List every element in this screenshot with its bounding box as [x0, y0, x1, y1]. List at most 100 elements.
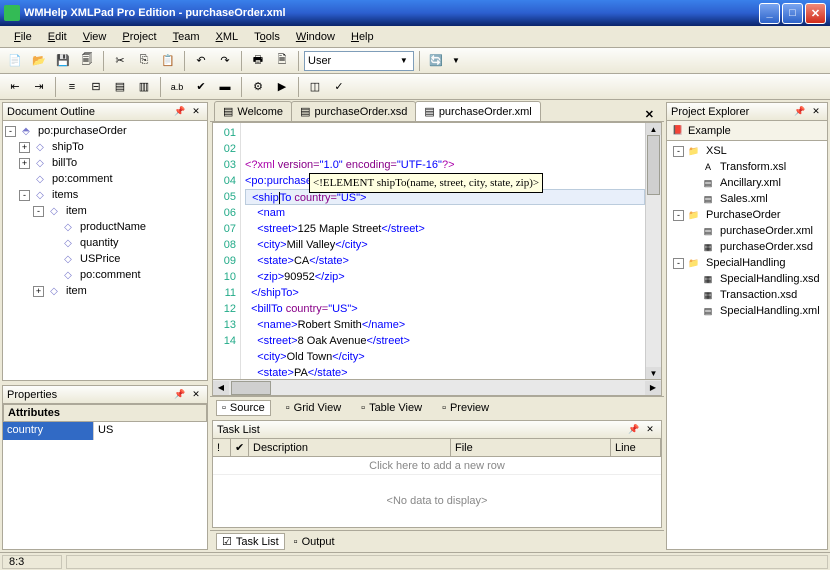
project-item-label[interactable]: Ancillary.xml [718, 177, 783, 189]
save-button[interactable]: 💾 [52, 50, 74, 72]
project-node[interactable]: -📁XSL [669, 143, 825, 159]
editor-tab[interactable]: ▤purchaseOrder.xml [415, 101, 540, 121]
copy-button[interactable]: ⎘ [133, 50, 155, 72]
paste-button[interactable]: 📋 [157, 50, 179, 72]
outline-node[interactable]: -⬘po:purchaseOrder [5, 123, 205, 139]
code-area[interactable]: <?xml version="1.0" encoding="UTF-16"?> <… [241, 123, 645, 379]
outline-node[interactable]: -◇item [5, 203, 205, 219]
text-tool-button[interactable]: a.b [166, 76, 188, 98]
scroll-thumb[interactable] [647, 135, 660, 195]
code-line[interactable]: <city>Old Town</city> [245, 349, 645, 365]
user-combo[interactable]: ▼ [304, 51, 414, 71]
menu-tools[interactable]: Tools [246, 29, 288, 45]
expand-icon[interactable]: + [19, 142, 30, 153]
outline-label[interactable]: item [64, 205, 89, 217]
print-button[interactable]: 🖶 [247, 50, 269, 72]
property-row[interactable]: country US [3, 422, 207, 440]
menu-window[interactable]: Window [288, 29, 343, 45]
project-item-label[interactable]: Transform.xsl [718, 161, 788, 173]
close-icon[interactable]: ✕ [809, 105, 823, 119]
bottom-tab[interactable]: ▫Output [289, 535, 340, 549]
outline-label[interactable]: po:comment [50, 173, 115, 185]
indent-right-button[interactable]: ⇥ [28, 76, 50, 98]
outline-node[interactable]: +◇item [5, 283, 205, 299]
expand-icon[interactable]: - [5, 126, 16, 137]
code-editor[interactable]: 0102030405060708091011121314 <?xml versi… [212, 122, 662, 380]
outline-label[interactable]: po:comment [78, 269, 143, 281]
format-button[interactable]: ≡ [61, 76, 83, 98]
menu-project[interactable]: Project [114, 29, 164, 45]
menu-xml[interactable]: XML [208, 29, 247, 45]
expand-icon[interactable]: - [19, 190, 30, 201]
outline-tree[interactable]: -⬘po:purchaseOrder+◇shipTo+◇billTo◇po:co… [3, 121, 207, 380]
project-node[interactable]: -📁SpecialHandling [669, 255, 825, 271]
task-col-description[interactable]: Description [249, 439, 451, 456]
outline-node[interactable]: -◇items [5, 187, 205, 203]
outline-node[interactable]: ◇quantity [5, 235, 205, 251]
outline-on-button[interactable]: ▤ [109, 76, 131, 98]
outline-label[interactable]: items [50, 189, 80, 201]
outline-node[interactable]: ◇po:comment [5, 171, 205, 187]
pin-icon[interactable]: 📌 [793, 105, 807, 119]
transform-button[interactable]: ⚙ [247, 76, 269, 98]
project-node[interactable]: ▤Sales.xml [669, 191, 825, 207]
project-item-label[interactable]: SpecialHandling [704, 257, 788, 269]
scroll-thumb[interactable] [231, 381, 271, 395]
outline-label[interactable]: shipTo [50, 141, 86, 153]
bottom-tab[interactable]: ☑Task List [216, 533, 285, 550]
outline-node[interactable]: ◇USPrice [5, 251, 205, 267]
outline-label[interactable]: po:purchaseOrder [36, 125, 129, 137]
code-line[interactable]: <city>Mill Valley</city> [245, 237, 645, 253]
expand-icon[interactable]: - [673, 146, 684, 157]
code-line[interactable]: <state>PA</state> [245, 365, 645, 379]
view-tab[interactable]: ▫Preview [437, 401, 494, 415]
project-node[interactable]: ▤purchaseOrder.xml [669, 223, 825, 239]
code-line[interactable]: <zip>90952</zip> [245, 269, 645, 285]
code-line[interactable]: <state>CA</state> [245, 253, 645, 269]
outline-node[interactable]: ◇po:comment [5, 267, 205, 283]
code-line[interactable]: <street>8 Oak Avenue</street> [245, 333, 645, 349]
validate-button[interactable]: ✔ [190, 76, 212, 98]
minimize-button[interactable]: _ [759, 3, 780, 24]
tab-close-icon[interactable]: ✕ [639, 108, 660, 121]
code-line[interactable]: <?xml version="1.0" encoding="UTF-16"?> [245, 157, 645, 173]
project-tree[interactable]: -📁XSLATransform.xsl▤Ancillary.xml▤Sales.… [667, 141, 827, 549]
code-line[interactable]: <street>125 Maple Street</street> [245, 221, 645, 237]
scroll-up-arrow-icon[interactable]: ▲ [646, 123, 661, 135]
menu-view[interactable]: View [75, 29, 115, 45]
project-item-label[interactable]: purchaseOrder.xml [718, 225, 815, 237]
highlight-button[interactable]: ▬ [214, 76, 236, 98]
cut-button[interactable]: ✂ [109, 50, 131, 72]
code-line[interactable]: <billTo country="US"> [245, 301, 645, 317]
view-tab[interactable]: ▫Grid View [281, 401, 346, 415]
chevron-down-icon[interactable]: ▼ [398, 56, 410, 65]
project-node[interactable]: ▦Transaction.xsd [669, 287, 825, 303]
run-button[interactable]: ▶ [271, 76, 293, 98]
code-line[interactable]: </shipTo> [245, 285, 645, 301]
project-item-label[interactable]: PurchaseOrder [704, 209, 783, 221]
expand-icon[interactable]: + [33, 286, 44, 297]
outline-label[interactable]: item [64, 285, 89, 297]
project-item-label[interactable]: SpecialHandling.xml [718, 305, 822, 317]
project-node[interactable]: ▤SpecialHandling.xml [669, 303, 825, 319]
menu-help[interactable]: Help [343, 29, 382, 45]
task-col-priority[interactable]: ! [213, 439, 231, 456]
task-col-line[interactable]: Line [611, 439, 661, 456]
schema-button[interactable]: ◫ [304, 76, 326, 98]
outline-off-button[interactable]: ▥ [133, 76, 155, 98]
expand-icon[interactable]: - [673, 210, 684, 221]
properties-grid[interactable]: Attributes country US [3, 404, 207, 549]
new-button[interactable]: 📄 [4, 50, 26, 72]
project-node[interactable]: ▤Ancillary.xml [669, 175, 825, 191]
indent-left-button[interactable]: ⇤ [4, 76, 26, 98]
outline-node[interactable]: ◇productName [5, 219, 205, 235]
expand-icon[interactable]: + [19, 158, 30, 169]
project-node[interactable]: -📁PurchaseOrder [669, 207, 825, 223]
outline-label[interactable]: productName [78, 221, 148, 233]
redo-button[interactable]: ↷ [214, 50, 236, 72]
outline-node[interactable]: +◇billTo [5, 155, 205, 171]
refresh-button[interactable]: 🔄 [425, 50, 447, 72]
menu-team[interactable]: Team [165, 29, 208, 45]
project-tab[interactable]: 📕 Example [667, 121, 827, 141]
project-item-label[interactable]: purchaseOrder.xsd [718, 241, 815, 253]
